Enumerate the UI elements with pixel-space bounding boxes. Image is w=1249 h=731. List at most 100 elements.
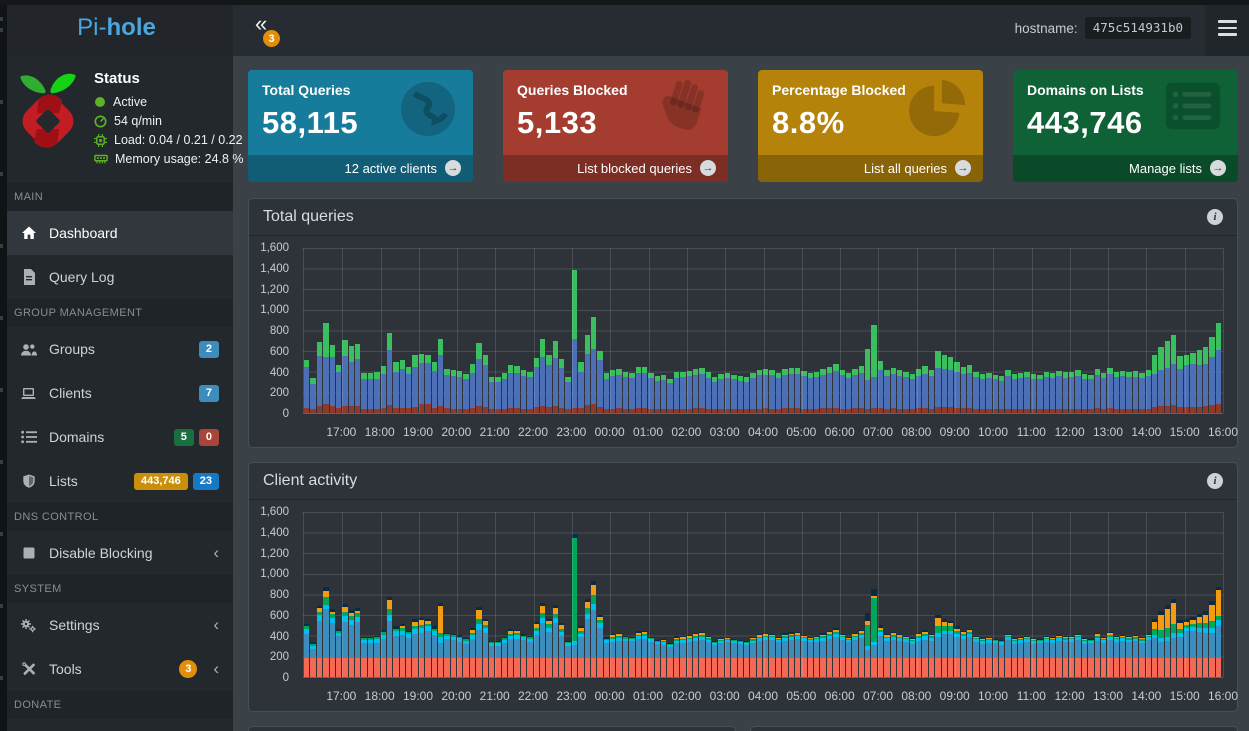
chart-bar[interactable] — [712, 248, 717, 413]
chart-bar[interactable] — [393, 248, 398, 413]
chart-bar[interactable] — [750, 512, 755, 677]
chart-bar[interactable] — [769, 248, 774, 413]
chart-bar[interactable] — [1101, 248, 1106, 413]
chart-bar[interactable] — [1177, 248, 1182, 413]
chart-bar[interactable] — [387, 248, 392, 413]
chart-bar[interactable] — [336, 512, 341, 677]
chart-bar[interactable] — [432, 248, 437, 413]
chart-bar[interactable] — [636, 248, 641, 413]
chart-bar[interactable] — [444, 512, 449, 677]
chart-bar[interactable] — [330, 248, 335, 413]
chart-bar[interactable] — [833, 512, 838, 677]
chart-bar[interactable] — [1024, 248, 1029, 413]
chart-bar[interactable] — [910, 248, 915, 413]
chart-bar[interactable] — [667, 512, 672, 677]
chart-bar[interactable] — [789, 248, 794, 413]
chart-bar[interactable] — [986, 248, 991, 413]
chart-bar[interactable] — [597, 512, 602, 677]
chart-bar[interactable] — [444, 248, 449, 413]
chart-bar[interactable] — [1101, 512, 1106, 677]
total-queries-chart[interactable]: 1,6001,4001,2001,0008006004002000 17:001… — [249, 236, 1237, 444]
chart-bar[interactable] — [438, 248, 443, 413]
chart-bar[interactable] — [1209, 512, 1214, 677]
chart-bar[interactable] — [922, 512, 927, 677]
chart-bar[interactable] — [1088, 512, 1093, 677]
chart-bar[interactable] — [1012, 512, 1017, 677]
chart-bar[interactable] — [986, 512, 991, 677]
chart-bar[interactable] — [425, 512, 430, 677]
chart-bar[interactable] — [1018, 248, 1023, 413]
chart-bar[interactable] — [884, 248, 889, 413]
sidebar-item-disable-blocking[interactable]: Disable Blocking ‹ — [0, 531, 233, 575]
chart-bar[interactable] — [1114, 512, 1119, 677]
chart-bar[interactable] — [961, 512, 966, 677]
chart-bar[interactable] — [514, 512, 519, 677]
chart-bar[interactable] — [406, 512, 411, 677]
chart-bar[interactable] — [578, 248, 583, 413]
chart-bar[interactable] — [757, 512, 762, 677]
chart-bar[interactable] — [553, 512, 558, 677]
chart-bar[interactable] — [317, 248, 322, 413]
chart-bar[interactable] — [655, 512, 660, 677]
chart-bar[interactable] — [336, 248, 341, 413]
chart-bar[interactable] — [1209, 248, 1214, 413]
chart-bar[interactable] — [483, 512, 488, 677]
chart-bar[interactable] — [1056, 248, 1061, 413]
chart-bar[interactable] — [1063, 248, 1068, 413]
chart-bar[interactable] — [1158, 512, 1163, 677]
chart-bar[interactable] — [852, 248, 857, 413]
chart-bar[interactable] — [304, 512, 309, 677]
chart-bar[interactable] — [999, 248, 1004, 413]
chart-bar[interactable] — [629, 512, 634, 677]
chart-bar[interactable] — [967, 512, 972, 677]
chart-bar[interactable] — [718, 248, 723, 413]
chart-bar[interactable] — [699, 248, 704, 413]
sidebar-item-query-log[interactable]: Query Log — [0, 255, 233, 299]
chart-bar[interactable] — [661, 248, 666, 413]
chart-bar[interactable] — [368, 248, 373, 413]
chart-bar[interactable] — [629, 248, 634, 413]
chart-bar[interactable] — [323, 248, 328, 413]
chart-bar[interactable] — [349, 512, 354, 677]
chart-bar[interactable] — [1139, 248, 1144, 413]
chart-bar[interactable] — [591, 512, 596, 677]
chart-bar[interactable] — [451, 512, 456, 677]
chart-bar[interactable] — [693, 248, 698, 413]
chart-bar[interactable] — [929, 248, 934, 413]
chart-bar[interactable] — [661, 512, 666, 677]
chart-bar[interactable] — [470, 248, 475, 413]
chart-bar[interactable] — [891, 248, 896, 413]
chart-bar[interactable] — [432, 512, 437, 677]
chart-bar[interactable] — [559, 248, 564, 413]
chart-bar[interactable] — [795, 512, 800, 677]
info-icon[interactable]: i — [1207, 209, 1223, 225]
chart-bar[interactable] — [814, 512, 819, 677]
chart-bar[interactable] — [597, 248, 602, 413]
chart-bar[interactable] — [1088, 248, 1093, 413]
chart-bar[interactable] — [1063, 512, 1068, 677]
sidebar-item-groups[interactable]: Groups 2 — [0, 327, 233, 371]
chart-bar[interactable] — [980, 512, 985, 677]
chart-bar[interactable] — [948, 512, 953, 677]
chart-bar[interactable] — [1203, 248, 1208, 413]
chart-bar[interactable] — [776, 512, 781, 677]
chart-bar[interactable] — [814, 248, 819, 413]
chart-bar[interactable] — [967, 248, 972, 413]
chart-bar[interactable] — [476, 512, 481, 677]
chart-bar[interactable] — [859, 512, 864, 677]
info-icon[interactable]: i — [1207, 473, 1223, 489]
left-scrollbar[interactable] — [0, 0, 7, 731]
chart-bar[interactable] — [540, 512, 545, 677]
chart-bar[interactable] — [1190, 512, 1195, 677]
chart-bar[interactable] — [604, 512, 609, 677]
chart-bar[interactable] — [585, 512, 590, 677]
chart-bar[interactable] — [565, 512, 570, 677]
chart-bar[interactable] — [776, 248, 781, 413]
chart-bar[interactable] — [846, 248, 851, 413]
chart-bar[interactable] — [667, 248, 672, 413]
chart-bar[interactable] — [1126, 512, 1131, 677]
chart-bar[interactable] — [527, 512, 532, 677]
chart-bar[interactable] — [897, 512, 902, 677]
chart-bar[interactable] — [789, 512, 794, 677]
sidebar-item-domains[interactable]: Domains 5 0 — [0, 415, 233, 459]
